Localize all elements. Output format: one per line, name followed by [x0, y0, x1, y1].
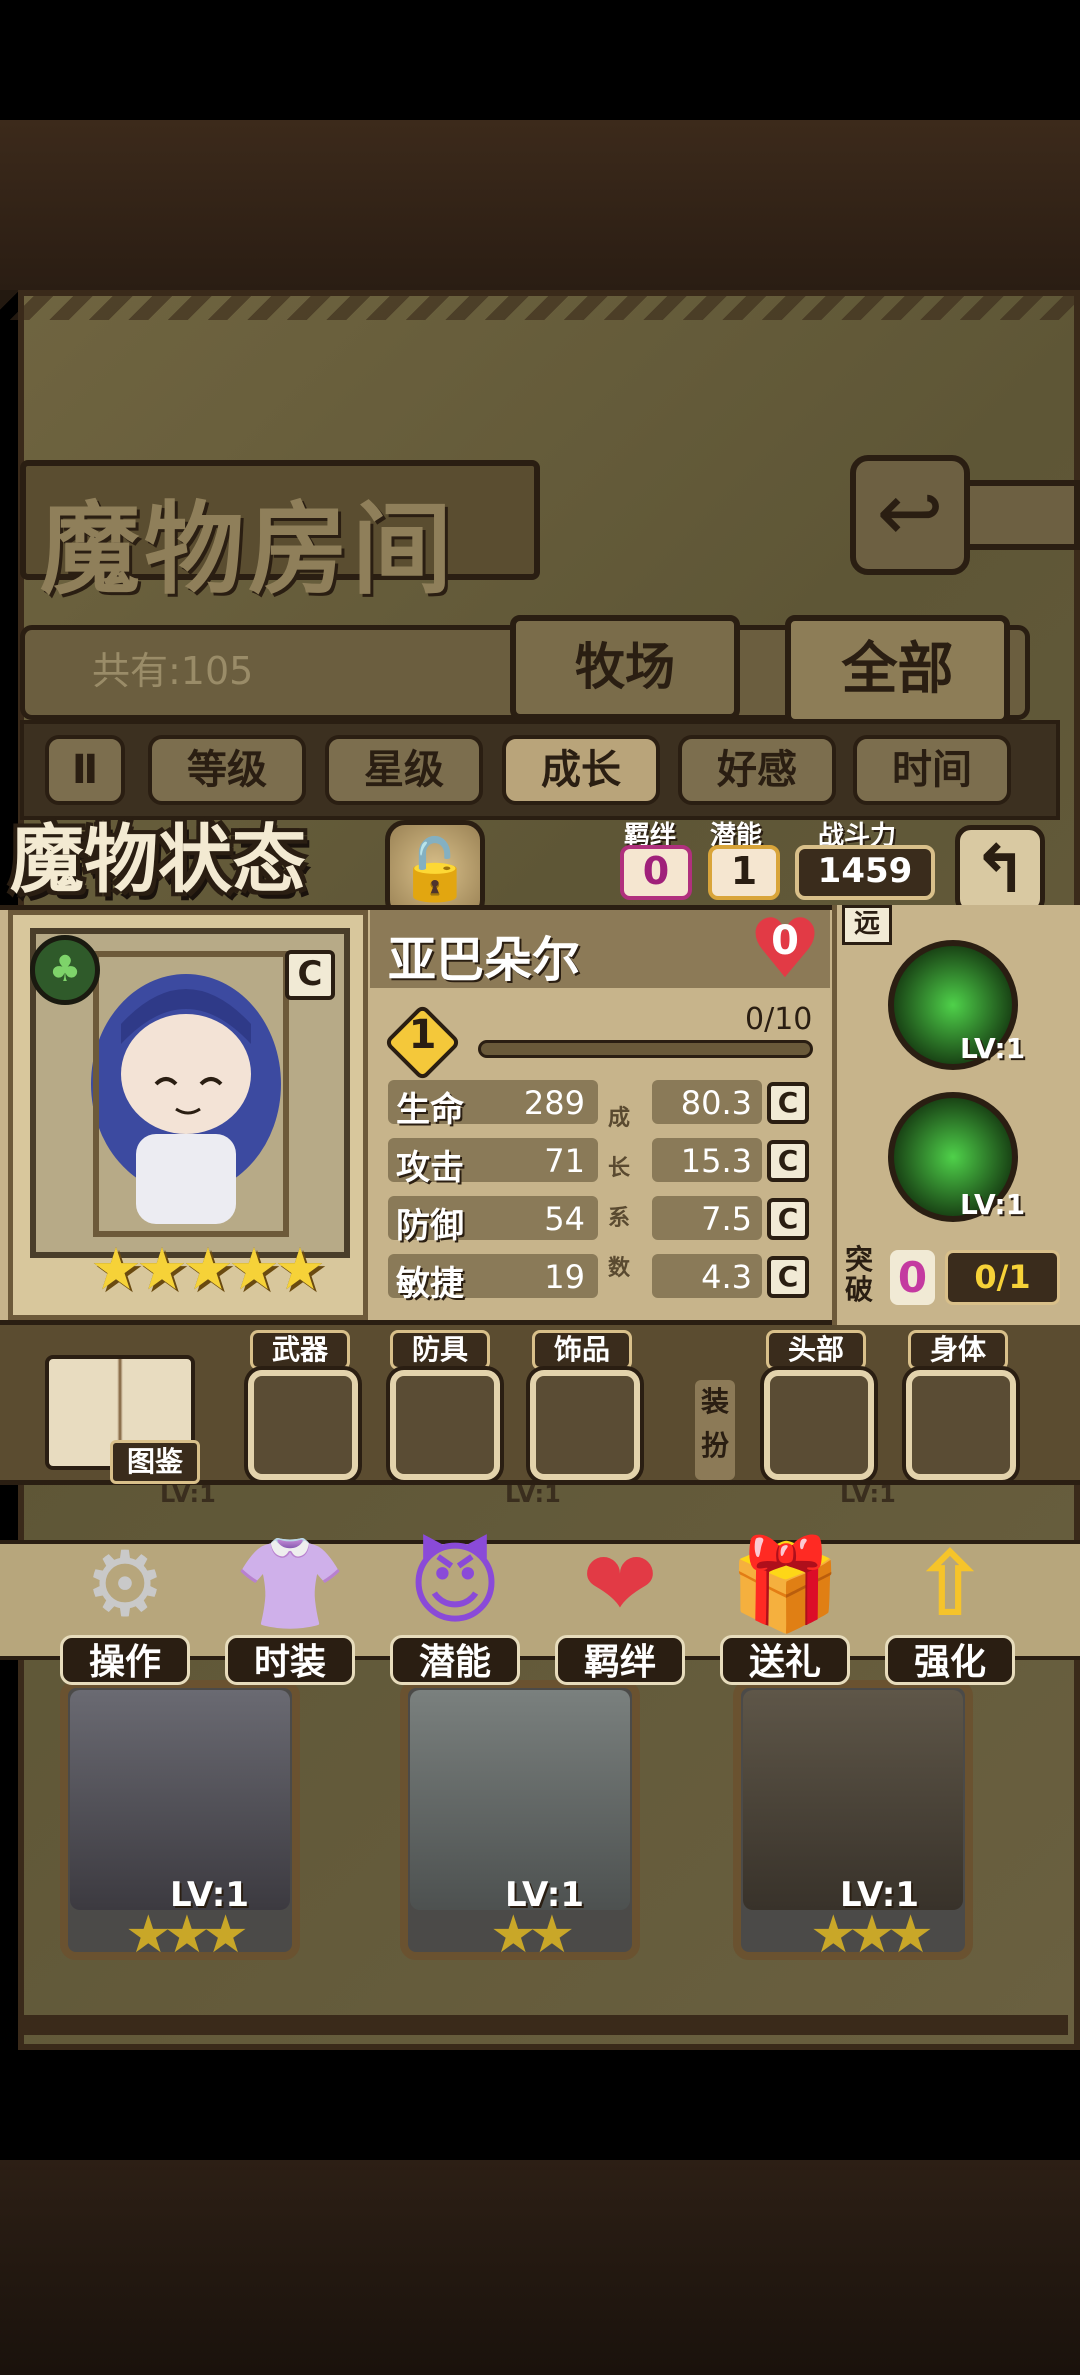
- growth-grade: C: [767, 1198, 809, 1240]
- growth-side-label: 长: [608, 1156, 631, 1181]
- monster-name: 亚巴朵尔: [388, 932, 581, 988]
- body-slot[interactable]: [906, 1370, 1016, 1480]
- card-stars: ★★★: [810, 1905, 934, 1965]
- action-bond-button[interactable]: 羁绊: [555, 1635, 685, 1685]
- panel-border-decoration: [0, 290, 1080, 320]
- action-gift-button[interactable]: 送礼: [720, 1635, 850, 1685]
- sort-level-button[interactable]: 等级: [148, 735, 306, 805]
- weapon-slot[interactable]: [248, 1370, 358, 1480]
- room-title: 魔物房间: [40, 490, 456, 608]
- tab-all[interactable]: 全部: [785, 615, 1010, 725]
- sort-order-toggle[interactable]: Ⅱ: [45, 735, 125, 805]
- head-slot[interactable]: [764, 1370, 874, 1480]
- sort-time-button[interactable]: 时间: [853, 735, 1011, 805]
- monster-level: 1: [408, 1012, 437, 1058]
- list-bottom-border: [18, 2015, 1068, 2035]
- card-stars: ★★: [490, 1905, 575, 1965]
- growth-grade: C: [767, 1256, 809, 1298]
- breakthrough-count: 0: [890, 1250, 935, 1305]
- slot-label: 头部: [766, 1330, 866, 1370]
- action-outfit-button[interactable]: 时装: [225, 1635, 355, 1685]
- monster-status-title: 魔物状态: [10, 817, 306, 903]
- growth-value: 80.3: [680, 1084, 752, 1122]
- codex-label: 图鉴: [110, 1440, 200, 1484]
- exp-text: 0/10: [745, 1002, 813, 1037]
- dress-label: 装扮: [695, 1380, 735, 1480]
- status-back-button[interactable]: ↰: [955, 825, 1045, 915]
- background-floor: [0, 120, 1080, 290]
- growth-value: 7.5: [701, 1200, 752, 1238]
- stat-value: 19: [544, 1258, 585, 1296]
- stat-value: 71: [544, 1142, 585, 1180]
- growth-value: 4.3: [701, 1258, 752, 1296]
- status-bar-area: [0, 0, 1080, 120]
- grass-element-icon: ♣: [30, 935, 100, 1005]
- growth-side-label: 系: [608, 1206, 631, 1231]
- sort-growth-button[interactable]: 成长: [502, 735, 660, 805]
- bond-value: 0: [620, 845, 692, 900]
- stat-label: 敏捷: [396, 1264, 464, 1304]
- potential-icon[interactable]: 😈: [395, 1525, 515, 1645]
- breakthrough-progress: 0/1: [945, 1250, 1060, 1305]
- action-potential-button[interactable]: 潜能: [390, 1635, 520, 1685]
- card-stars: ★★★: [125, 1905, 249, 1965]
- growth-value: 15.3: [680, 1142, 752, 1180]
- monster-count: 共有:105: [92, 649, 254, 693]
- slot-label: 饰品: [532, 1330, 632, 1370]
- monster-stars: ★★★★★: [90, 1235, 326, 1303]
- slot-label: 武器: [250, 1330, 350, 1370]
- tab-ranch[interactable]: 牧场: [510, 615, 740, 720]
- stat-label: 攻击: [396, 1148, 464, 1188]
- action-upgrade-button[interactable]: 强化: [885, 1635, 1015, 1685]
- breakthrough-label: 突破: [845, 1243, 874, 1306]
- stat-value: 289: [523, 1084, 585, 1122]
- gift-icon[interactable]: 🎁: [725, 1525, 845, 1645]
- skill-1-level: LV:1: [960, 1032, 1026, 1065]
- outfit-icon[interactable]: 👚: [230, 1525, 350, 1645]
- growth-grade: C: [767, 1082, 809, 1124]
- growth-side-label: 成: [608, 1106, 631, 1131]
- back-arrow-icon: ↰: [972, 831, 1028, 908]
- sort-affection-button[interactable]: 好感: [678, 735, 836, 805]
- bond-icon[interactable]: ❤: [560, 1525, 680, 1645]
- growth-side-label: 数: [608, 1256, 631, 1281]
- growth-grade: C: [767, 1140, 809, 1182]
- stat-label: 防御: [396, 1206, 464, 1246]
- range-tag: 远: [842, 905, 892, 945]
- lock-icon: 🔓: [397, 835, 473, 905]
- sort-star-button[interactable]: 星级: [325, 735, 483, 805]
- affection-value: 0: [771, 918, 799, 964]
- back-arrow-icon: ↩: [876, 466, 944, 559]
- back-button-tail: [960, 480, 1080, 550]
- room-back-button[interactable]: ↩: [850, 455, 970, 575]
- action-operate-button[interactable]: 操作: [60, 1635, 190, 1685]
- background-floor-bottom: [0, 2160, 1080, 2375]
- exp-bar: [478, 1040, 813, 1058]
- potential-value: 1: [708, 845, 780, 900]
- accessory-slot[interactable]: [530, 1370, 640, 1480]
- stat-label: 生命: [396, 1090, 464, 1130]
- stat-value: 54: [544, 1200, 585, 1238]
- skill-2-level: LV:1: [960, 1188, 1026, 1221]
- monster-class-tag: C: [285, 950, 335, 1000]
- upgrade-icon[interactable]: ⇧: [890, 1525, 1010, 1645]
- slot-label: 防具: [390, 1330, 490, 1370]
- gear-icon[interactable]: ⚙: [65, 1525, 185, 1645]
- slot-label: 身体: [908, 1330, 1008, 1370]
- power-value: 1459: [795, 845, 935, 900]
- armor-slot[interactable]: [390, 1370, 500, 1480]
